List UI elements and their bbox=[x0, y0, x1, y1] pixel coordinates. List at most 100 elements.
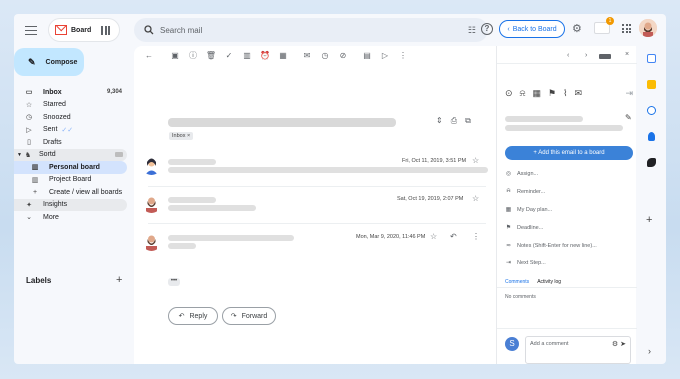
open-new-window-icon[interactable]: ⧉ bbox=[465, 116, 471, 126]
calendar-app-icon[interactable] bbox=[647, 54, 656, 63]
sidebar-item-inbox[interactable]: ▭ Inbox 9,304 bbox=[14, 86, 134, 99]
print-icon[interactable]: ⎙ bbox=[451, 116, 457, 126]
message-date: Mon, Mar 9, 2020, 11:46 PM bbox=[356, 234, 426, 240]
mail-icon[interactable]: ✉ bbox=[300, 48, 314, 62]
next-icon[interactable]: › bbox=[585, 52, 587, 59]
back-arrow-icon[interactable]: ← bbox=[142, 48, 156, 62]
sidebar-item-sortd[interactable]: ▼ ♞ Sortd bbox=[14, 148, 127, 161]
tasks-app-icon[interactable] bbox=[647, 106, 656, 115]
add-app-icon[interactable]: + bbox=[646, 214, 652, 226]
reminder-icon[interactable]: ⏰ bbox=[258, 48, 272, 62]
sidebar-item-insights[interactable]: ✦ Insights bbox=[14, 198, 127, 211]
search-icon bbox=[144, 25, 154, 35]
forward-button[interactable]: ↷ Forward bbox=[222, 307, 276, 325]
sidebar-item-label: Personal board bbox=[49, 163, 100, 171]
star-icon[interactable]: ☆ bbox=[430, 232, 437, 241]
notifications-icon[interactable]: 1 bbox=[594, 17, 614, 34]
add-task-icon[interactable]: ⊘ bbox=[336, 48, 350, 62]
nav-list: ▭ Inbox 9,304 ☆ Starred ◷ Snoozed ▷ Sent… bbox=[14, 86, 134, 224]
commenter-avatar: S bbox=[505, 337, 519, 351]
expand-rail-icon[interactable]: › bbox=[648, 346, 651, 356]
sidebar-item-starred[interactable]: ☆ Starred bbox=[14, 99, 134, 112]
assign-row[interactable]: ◎ Assign... bbox=[505, 170, 538, 178]
sortd-side-panel: ‹ › × ⊙ ⍾ ▦ ⚑ ⌇ ✉ ⇥ ✎ + Add this email t… bbox=[496, 46, 637, 364]
settings-icon[interactable]: ⚙ bbox=[612, 341, 618, 348]
board-switcher[interactable]: Board bbox=[48, 18, 120, 42]
board-columns-icon bbox=[101, 25, 111, 35]
expand-collapse-icon[interactable]: ⇕ bbox=[436, 116, 443, 126]
snooze-icon[interactable]: ◷ bbox=[318, 48, 332, 62]
archive-icon[interactable]: ▣ bbox=[168, 48, 182, 62]
sidebar-item-more[interactable]: ⌄ More bbox=[14, 211, 134, 224]
search-options-icon[interactable]: ☷ bbox=[468, 25, 476, 36]
my-day-row[interactable]: ▦ My Day plan... bbox=[505, 206, 553, 214]
collapse-panel-icon[interactable]: ⇥ bbox=[625, 88, 633, 99]
help-icon[interactable]: ? bbox=[481, 23, 493, 35]
view-toggle-icon[interactable] bbox=[599, 54, 611, 59]
star-icon[interactable]: ☆ bbox=[472, 156, 479, 165]
contacts-app-icon[interactable] bbox=[648, 132, 655, 141]
back-to-board-button[interactable]: ‹ Back to Board bbox=[499, 20, 565, 38]
search-bar[interactable]: Search mail ☷ bbox=[134, 18, 488, 42]
apps-grid-icon[interactable] bbox=[622, 24, 631, 33]
sidebar-item-snoozed[interactable]: ◷ Snoozed bbox=[14, 111, 134, 124]
delete-icon[interactable]: 🗑 bbox=[204, 48, 218, 62]
sidebar-item-sent[interactable]: ▷ Sent ✓✓ bbox=[14, 124, 134, 137]
label-icon[interactable]: ▷ bbox=[378, 48, 392, 62]
move-to-icon[interactable]: ▤ bbox=[360, 48, 374, 62]
flag-icon[interactable]: ⚑ bbox=[548, 88, 556, 99]
calendar-icon[interactable]: ▦ bbox=[276, 48, 290, 62]
more-vert-icon[interactable]: ⋮ bbox=[472, 232, 480, 241]
done-icon[interactable]: ✓ bbox=[222, 48, 236, 62]
notes-icon: ≂ bbox=[505, 243, 512, 249]
message-snippet bbox=[168, 243, 196, 249]
calendar-icon[interactable]: ▦ bbox=[533, 88, 542, 99]
star-icon[interactable]: ☆ bbox=[472, 194, 479, 203]
sortd-app-icon[interactable] bbox=[647, 158, 656, 167]
sender-name bbox=[168, 235, 294, 241]
prev-icon[interactable]: ‹ bbox=[567, 52, 569, 59]
main-menu-icon[interactable] bbox=[24, 23, 38, 37]
reply-button[interactable]: ↶ Reply bbox=[168, 307, 218, 325]
attachment-icon[interactable]: ⌇ bbox=[563, 88, 567, 99]
notes-row[interactable]: ≂ Notes (Shift-Enter for new line)... bbox=[505, 242, 597, 250]
sortd-menu-icon[interactable] bbox=[115, 152, 123, 158]
inbox-tag[interactable]: Inbox × bbox=[169, 132, 194, 140]
show-trimmed-button[interactable]: ••• bbox=[168, 278, 180, 286]
account-avatar[interactable] bbox=[639, 19, 657, 37]
sidebar-item-create-boards[interactable]: + Create / view all boards bbox=[14, 186, 134, 199]
reply-icon[interactable]: ↶ bbox=[450, 232, 457, 241]
keep-app-icon[interactable] bbox=[647, 80, 656, 89]
settings-gear-icon[interactable]: ⚙ bbox=[572, 23, 582, 35]
sidebar-item-project-board[interactable]: ▥ Project Board bbox=[14, 174, 134, 187]
edit-pencil-icon[interactable]: ✎ bbox=[625, 113, 632, 122]
calendar-icon: ▦ bbox=[505, 207, 512, 213]
add-label-icon[interactable]: + bbox=[116, 274, 122, 286]
comment-input[interactable]: Add a comment ⚙ ➤ bbox=[525, 336, 631, 364]
sortd-icon: ♞ bbox=[24, 151, 32, 159]
message-item[interactable]: Sat, Oct 19, 2019, 2:07 PM ☆ bbox=[140, 194, 490, 220]
deadline-row[interactable]: ⚑ Deadline... bbox=[505, 224, 544, 232]
sidebar-item-drafts[interactable]: ▯ Drafts bbox=[14, 136, 134, 149]
forward-icon: ↷ bbox=[230, 313, 237, 320]
report-spam-icon[interactable]: ⓘ bbox=[186, 48, 200, 62]
search-input[interactable]: Search mail bbox=[160, 26, 202, 35]
add-to-board-button[interactable]: + Add this email to a board bbox=[505, 146, 633, 160]
sidebar-item-label: Inbox bbox=[43, 88, 62, 96]
close-icon[interactable]: × bbox=[625, 51, 629, 58]
panel-actions: ⊙ ⍾ ▦ ⚑ ⌇ ✉ ⇥ bbox=[505, 88, 633, 99]
message-item[interactable]: Mon, Mar 9, 2020, 11:46 PM ☆ ↶ ⋮ bbox=[140, 232, 490, 258]
message-snippet bbox=[168, 167, 488, 173]
mark-email-icon[interactable]: ✉ bbox=[575, 88, 583, 99]
message-item[interactable]: Fri, Oct 11, 2019, 3:51 PM ☆ bbox=[140, 156, 490, 182]
sidebar-item-personal-board[interactable]: ▥ Personal board bbox=[14, 161, 127, 174]
board-add-icon[interactable]: ▥ bbox=[240, 48, 254, 62]
bell-icon[interactable]: ⍾ bbox=[520, 88, 526, 99]
forward-label: Forward bbox=[241, 312, 268, 320]
more-vert-icon[interactable]: ⋮ bbox=[396, 48, 410, 62]
check-circle-icon[interactable]: ⊙ bbox=[505, 88, 513, 99]
send-icon[interactable]: ➤ bbox=[620, 341, 626, 348]
next-step-row[interactable]: ⇥ Next Step... bbox=[505, 259, 546, 267]
compose-button[interactable]: ✎ Compose bbox=[14, 48, 84, 76]
reminder-row[interactable]: ⍾ Reminder... bbox=[505, 188, 546, 195]
